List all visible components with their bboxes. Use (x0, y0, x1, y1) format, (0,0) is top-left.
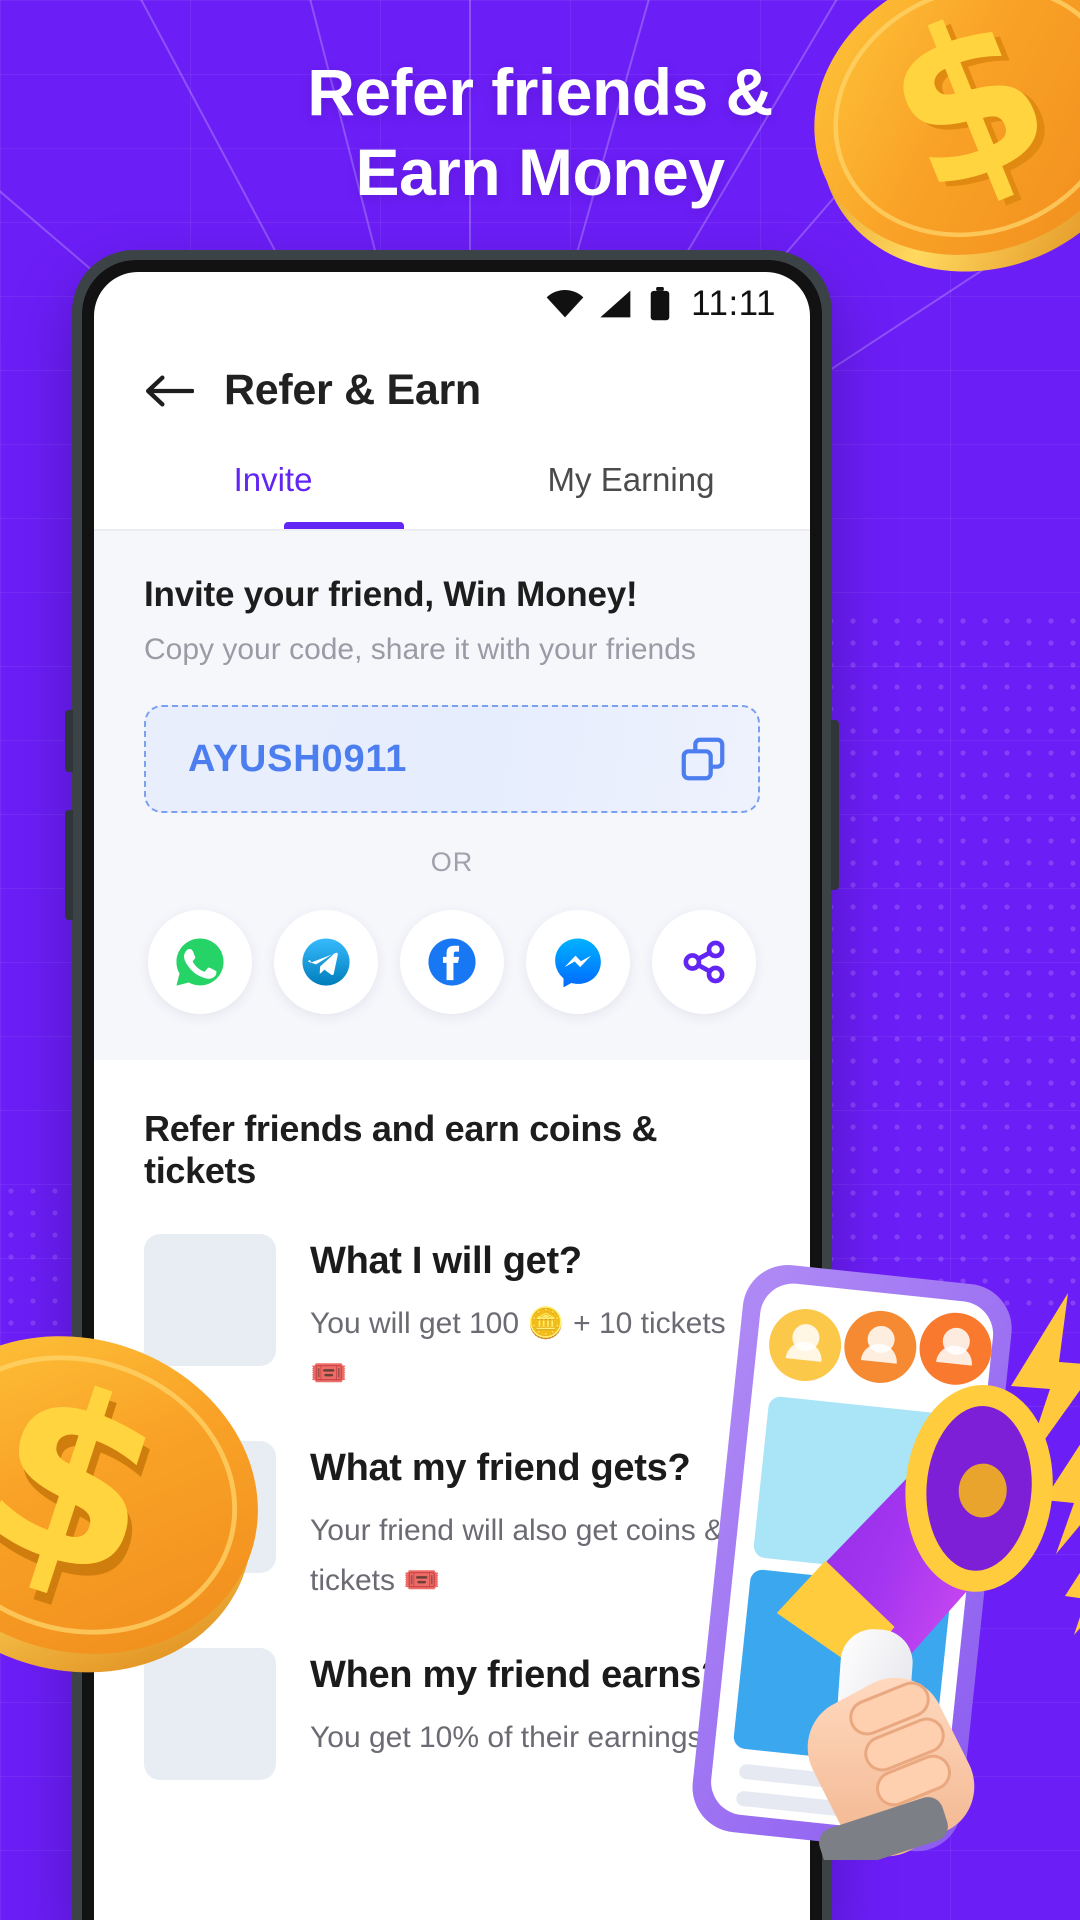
benefit-description: You will get 100 🪙 + 10 tickets 🎟️ (310, 1299, 730, 1399)
gold-coin-dollar-icon-bottom-left: $ $ (0, 1327, 258, 1673)
tab-active-indicator (284, 522, 404, 529)
referral-code-value: AYUSH0911 (188, 737, 408, 780)
share-messenger-button[interactable] (526, 910, 630, 1014)
wifi-icon (546, 290, 584, 318)
ticket-emoji-icon: 🎟️ (403, 1564, 441, 1597)
ticket-emoji-icon: 🎟️ (310, 1357, 348, 1390)
invite-section: Invite your friend, Win Money! Copy your… (94, 531, 810, 1060)
tab-bar: Invite My Earning (94, 441, 810, 529)
gold-coin-dollar-icon-top-right: $ $ (814, 0, 1080, 272)
share-facebook-button[interactable] (400, 910, 504, 1014)
phone-power-button (831, 720, 839, 890)
benefit-description: You get 10% of their earnings (310, 1713, 724, 1763)
phone-volume-up-button (65, 710, 73, 772)
social-share-row (144, 910, 760, 1014)
referral-code-box[interactable]: AYUSH0911 (144, 705, 760, 813)
share-icon (683, 940, 725, 984)
phone-volume-down-button (65, 810, 73, 920)
messenger-icon (555, 938, 601, 988)
benefit-description: Your friend will also get coins & ticket… (310, 1506, 730, 1606)
benefit-desc-part-1: You get 10% of their earnings (310, 1721, 703, 1754)
copy-icon[interactable] (678, 734, 728, 784)
back-arrow-icon[interactable] (144, 371, 194, 411)
or-separator-label: OR (430, 847, 474, 877)
coin-emoji-icon: 🪙 (527, 1307, 565, 1340)
tab-my-earning[interactable]: My Earning (452, 441, 810, 529)
page-title: Refer & Earn (224, 366, 481, 414)
whatsapp-icon (176, 938, 224, 986)
share-more-button[interactable] (652, 910, 756, 1014)
benefit-title: What my friend gets? (310, 1447, 691, 1489)
cellular-signal-icon (600, 290, 631, 318)
background-dots-right (820, 610, 1080, 1310)
share-telegram-button[interactable] (274, 910, 378, 1014)
refer-benefits-heading: Refer friends and earn coins & tickets (144, 1108, 658, 1191)
tab-invite[interactable]: Invite (94, 441, 452, 529)
battery-icon (650, 287, 670, 321)
status-bar: 11:11 (94, 272, 810, 336)
benefit-title: What I will get? (310, 1240, 582, 1282)
share-whatsapp-button[interactable] (148, 910, 252, 1014)
telegram-icon (302, 938, 350, 986)
benefit-desc-part-1: Your friend will also get coins & ticket… (310, 1514, 725, 1597)
megaphone-illustration (692, 1265, 1080, 1860)
status-bar-clock: 11:11 (691, 284, 776, 323)
invite-subtitle: Copy your code, share it with your frien… (144, 633, 696, 666)
benefit-title: When my friend earns? (310, 1654, 724, 1696)
invite-title: Invite your friend, Win Money! (144, 575, 638, 614)
benefit-desc-part-1: You will get 100 (310, 1307, 528, 1340)
facebook-icon (428, 938, 476, 986)
app-header: Refer & Earn Invite My Earning (94, 336, 810, 531)
app-bar: Refer & Earn (94, 336, 810, 441)
